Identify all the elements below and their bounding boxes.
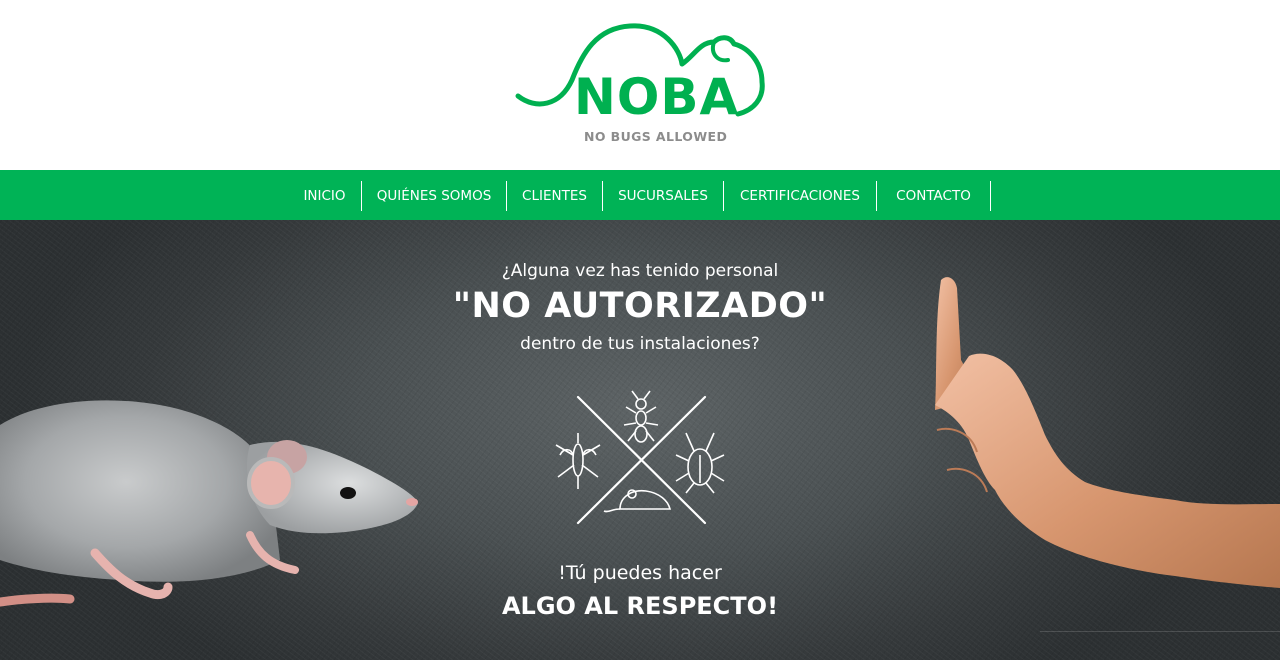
nav-item-quienes-somos[interactable]: QUIÉNES SOMOS: [362, 181, 507, 211]
nav-item-inicio[interactable]: INICIO: [288, 181, 362, 211]
hero-banner: ¿Alguna vez has tenido personal "NO AUTO…: [0, 220, 1280, 660]
hero-question: ¿Alguna vez has tenido personal: [501, 261, 779, 281]
mosquito-icon: [555, 433, 601, 489]
noba-logo[interactable]: NOBA NO BUGS ALLOWED: [514, 20, 766, 152]
ant-icon: [623, 390, 659, 443]
nav-list: INICIO QUIÉNES SOMOS CLIENTES SUCURSALES…: [288, 181, 991, 211]
nav-item-sucursales[interactable]: SUCURSALES: [603, 181, 724, 211]
site-header: NOBA NO BUGS ALLOWED: [0, 0, 1280, 170]
hero-highlight: "NO AUTORIZADO": [452, 286, 828, 326]
hero-call-line2: ALGO AL RESPECTO!: [501, 592, 779, 620]
hero-call-line1: !Tú puedes hacer: [558, 562, 722, 584]
hero-divider: [1040, 631, 1280, 632]
mouse-icon: [603, 489, 672, 513]
hero-question-end: dentro de tus instalaciones?: [520, 334, 760, 354]
main-nav: INICIO QUIÉNES SOMOS CLIENTES SUCURSALES…: [0, 170, 1280, 220]
nav-item-contacto[interactable]: CONTACTO: [877, 181, 991, 211]
brand-name: NOBA: [574, 68, 740, 126]
nav-item-clientes[interactable]: CLIENTES: [507, 181, 603, 211]
cockroach-icon: [675, 432, 725, 494]
brand-tagline: NO BUGS ALLOWED: [584, 129, 728, 144]
nav-item-certificaciones[interactable]: CERTIFICACIONES: [724, 181, 877, 211]
no-pests-icon: [555, 390, 725, 525]
